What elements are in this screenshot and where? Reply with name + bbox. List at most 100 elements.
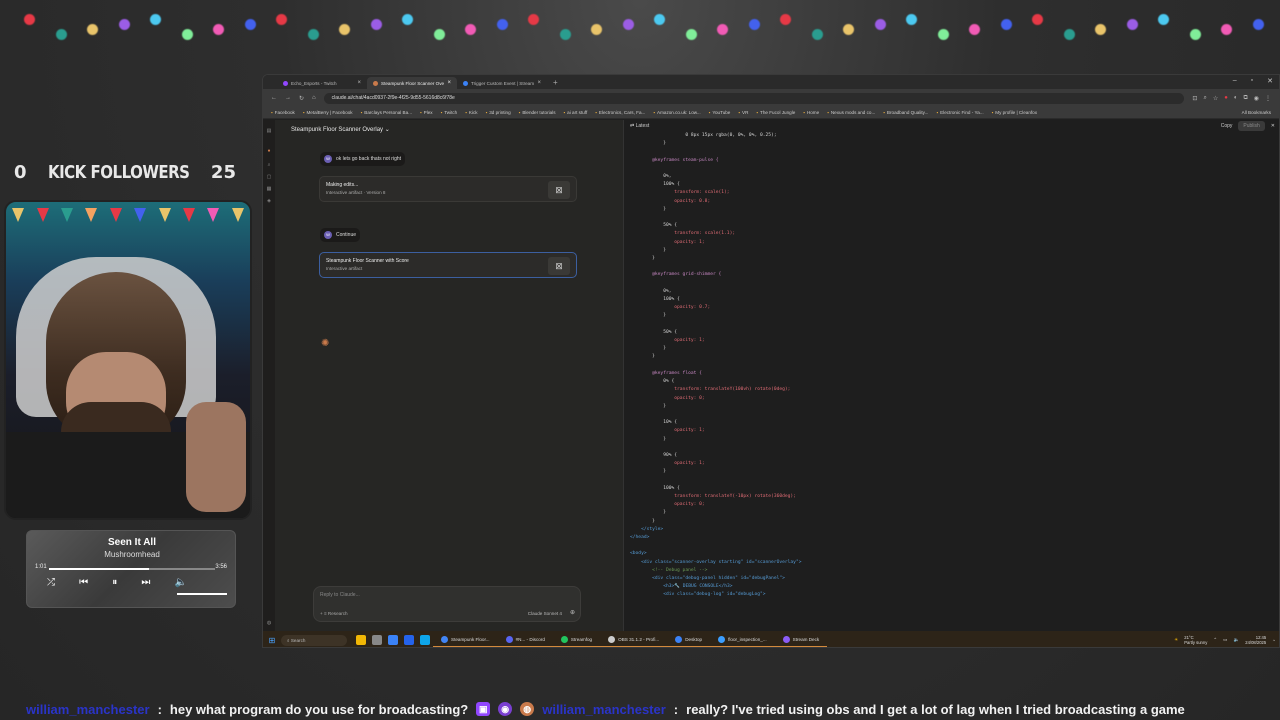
bookmark-item[interactable]: Electronics, Cars, Fa...: [595, 110, 645, 115]
bookmark-item[interactable]: Twitch: [441, 110, 457, 115]
home-icon[interactable]: ⌂: [312, 95, 316, 101]
new-tab-button[interactable]: +: [547, 78, 564, 89]
bookmark-item[interactable]: Blender tutorials: [519, 110, 555, 115]
bookmark-item[interactable]: MetalBerry | Facebook: [303, 110, 352, 115]
extensions: ⊡ ⌕ ☆ ● ◐ ⧉ ◉ ⋮: [1192, 95, 1271, 102]
bookmark-item[interactable]: Amazon.co.uk: Low...: [653, 110, 701, 115]
copy-button[interactable]: Copy: [1221, 123, 1233, 129]
bookmark-item[interactable]: Kick: [465, 110, 478, 115]
windows-start-icon[interactable]: ⊞: [263, 636, 281, 645]
artifact-card[interactable]: Making edits... Interactive artifact · V…: [319, 176, 577, 202]
send-icon[interactable]: ⊕: [570, 609, 575, 616]
record-icon[interactable]: ●: [1224, 95, 1228, 102]
puzzle-icon[interactable]: ⧉: [1243, 95, 1247, 102]
chats-icon[interactable]: ▢: [266, 174, 272, 180]
taskbar-app[interactable]: Steampunk Floor...: [433, 633, 498, 647]
extension-icon[interactable]: ◐: [1234, 95, 1238, 102]
tab-claude[interactable]: Steampunk Floor Scanner Ove ×: [367, 77, 457, 89]
user-avatar-icon[interactable]: ◍: [266, 620, 272, 626]
code-line: 50% {: [630, 223, 678, 229]
install-icon[interactable]: ⊡: [1192, 95, 1197, 102]
bokeh-light: [1252, 19, 1264, 30]
store-icon[interactable]: [388, 635, 398, 645]
reply-tools[interactable]: + ≡ Research: [320, 611, 348, 616]
pause-icon[interactable]: ⏸: [112, 577, 117, 588]
chevron-up-icon[interactable]: ⌃: [1213, 637, 1217, 643]
code-line: 0% {: [630, 379, 675, 385]
close-window-icon[interactable]: ✕: [1267, 77, 1273, 85]
close-icon[interactable]: ×: [537, 80, 541, 86]
chat-title[interactable]: Steampunk Floor Scanner Overlay ⌄: [291, 126, 390, 133]
bookmark-item[interactable]: Home: [803, 110, 819, 115]
taskbar-app[interactable]: OBS 31.1.2 - Profi...: [600, 633, 668, 647]
code-line: }: [630, 403, 666, 409]
star-icon[interactable]: ☆: [1213, 95, 1218, 102]
notification-icon[interactable]: ◔: [1272, 638, 1275, 643]
bookmark-item[interactable]: Facebook: [271, 110, 295, 115]
publish-button[interactable]: Publish: [1238, 121, 1265, 131]
taskview-icon[interactable]: [372, 635, 382, 645]
next-icon[interactable]: ⏭: [141, 577, 150, 588]
bookmark-item[interactable]: VR: [738, 110, 748, 115]
bookmark-item[interactable]: ai art stuff: [564, 110, 587, 115]
taskbar-app[interactable]: #N... - Discord: [497, 633, 553, 647]
edge-icon[interactable]: [420, 635, 430, 645]
bokeh-light: [685, 29, 697, 40]
artifact-card[interactable]: Steampunk Floor Scanner with Score Inter…: [319, 252, 577, 278]
tab-twitch[interactable]: Echo_Esports - Twitch ×: [277, 77, 367, 89]
url-input[interactable]: claude.ai/chat/4acd0937-2f9e-4f25-9d55-5…: [323, 92, 1185, 104]
forward-icon[interactable]: →: [285, 95, 291, 101]
volume-slider[interactable]: [177, 593, 227, 595]
profile-icon[interactable]: ◉: [1254, 95, 1259, 102]
bookmark-item[interactable]: Nexus mods and co...: [827, 110, 875, 115]
bokeh-light: [528, 14, 539, 25]
code-line: }: [630, 313, 666, 319]
back-icon[interactable]: ←: [271, 95, 277, 101]
minimize-icon[interactable]: –: [1233, 77, 1237, 85]
pen-icon[interactable]: [404, 635, 414, 645]
zoom-icon[interactable]: ⌕: [1203, 95, 1206, 102]
taskbar-app[interactable]: floor_inspection_...: [710, 633, 775, 647]
close-icon[interactable]: ×: [447, 80, 451, 86]
volume-icon[interactable]: 🔈: [175, 577, 187, 588]
version-selector[interactable]: ⇄ Latest: [630, 123, 649, 129]
taskbar-app[interactable]: Streamfog: [552, 633, 601, 647]
maximize-icon[interactable]: ▫: [1251, 77, 1253, 85]
close-panel-icon[interactable]: ✕: [1271, 123, 1275, 129]
close-icon[interactable]: ×: [357, 80, 361, 86]
bookmark-item[interactable]: Electronic Find - Ya...: [936, 110, 984, 115]
artifacts-icon[interactable]: ◈: [266, 198, 272, 204]
taskbar-search[interactable]: ⌕ Search: [281, 634, 347, 646]
search-icon[interactable]: ⌕: [266, 162, 272, 168]
bookmark-item[interactable]: My profile | Cleanfox: [992, 110, 1037, 115]
artifact-code-panel: ⇄ Latest Copy Publish ✕ 0 8px 15px rgba(…: [623, 120, 1279, 632]
chat-username: william_manchester: [542, 701, 666, 717]
shuffle-icon[interactable]: ⤮: [47, 577, 55, 588]
reload-icon[interactable]: ↻: [299, 95, 304, 102]
volume-icon[interactable]: 🔈: [1234, 637, 1240, 643]
model-selector[interactable]: Claude Sonnet 4: [528, 611, 562, 616]
projects-icon[interactable]: ▦: [266, 186, 272, 192]
bookmark-item[interactable]: Broadband Quality...: [883, 110, 929, 115]
sidebar-toggle-icon[interactable]: ▤: [266, 128, 272, 134]
bookmark-item[interactable]: The Fucol Jungle: [756, 110, 795, 115]
taskbar-app[interactable]: Desktop: [667, 633, 711, 647]
all-bookmarks-button[interactable]: All Bookmarks: [1242, 110, 1271, 115]
bookmark-item[interactable]: Plex: [420, 110, 433, 115]
previous-icon[interactable]: ⏮: [79, 577, 88, 588]
tab-streamerbot[interactable]: Trigger Custom Event | Stream ×: [457, 77, 547, 89]
progress-bar[interactable]: [49, 568, 215, 570]
bookmark-item[interactable]: YouTube: [709, 110, 730, 115]
taskbar-clock[interactable]: 12:45 24/08/2025: [1245, 635, 1266, 646]
reply-input[interactable]: Reply to Claude...: [320, 592, 360, 598]
bookmark-item[interactable]: Barclays Personal Ba...: [361, 110, 412, 115]
reply-box[interactable]: Reply to Claude... + ≡ Research Claude S…: [313, 586, 581, 622]
bookmark-item[interactable]: 3d printing: [486, 110, 510, 115]
explorer-icon[interactable]: [356, 635, 366, 645]
new-chat-icon[interactable]: ●: [266, 148, 272, 154]
taskbar-app[interactable]: Stream Deck: [774, 633, 828, 647]
code-line: <div class="debug-log" id="debugLog">: [630, 592, 766, 598]
bokeh-light: [496, 19, 508, 30]
network-icon[interactable]: ▭: [1223, 637, 1227, 643]
menu-icon[interactable]: ⋮: [1265, 95, 1271, 102]
